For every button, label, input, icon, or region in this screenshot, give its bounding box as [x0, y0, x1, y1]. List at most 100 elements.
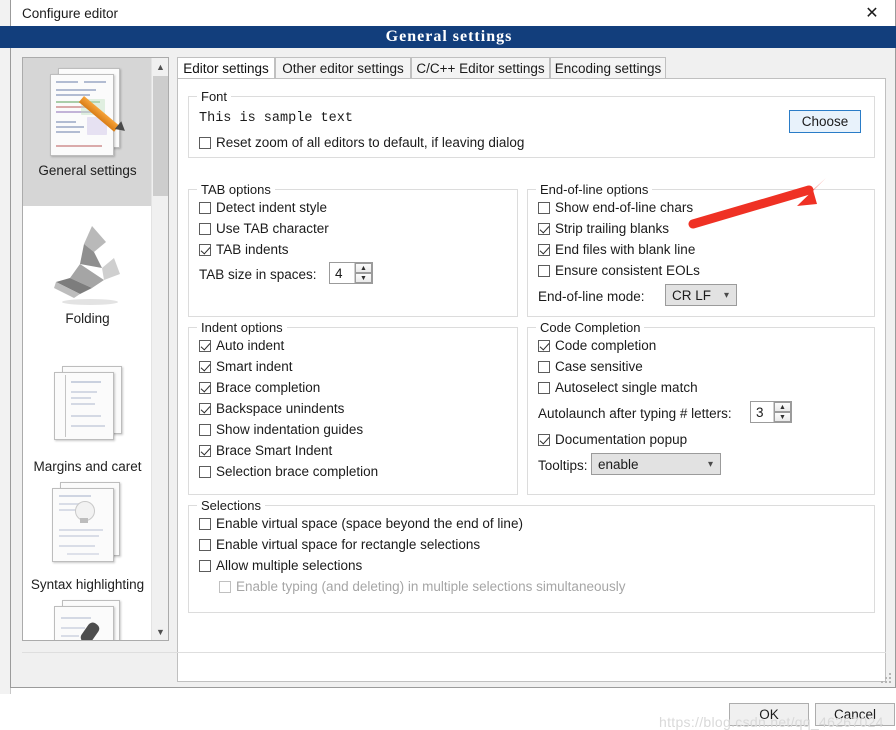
spinner-down-icon[interactable]: ▼ [355, 273, 372, 283]
dialog-title-bar: Configure editor ✕ [11, 0, 895, 27]
eol-mode-select[interactable]: CR LF ▾ [665, 284, 737, 306]
chevron-up-icon[interactable]: ▲ [152, 58, 168, 75]
autolaunch-value[interactable]: 3 [751, 402, 773, 422]
font-group-title: Font [197, 89, 232, 104]
enable-virtual-space-rectangle-checkbox[interactable]: Enable virtual space for rectangle selec… [199, 537, 480, 552]
show-indentation-guides-checkbox[interactable]: Show indentation guides [199, 422, 363, 437]
show-eol-chars-checkbox[interactable]: Show end-of-line chars [538, 200, 693, 215]
smart-indent-checkbox[interactable]: Smart indent [199, 359, 293, 374]
checkbox-box [199, 538, 211, 551]
checkbox-label: Autoselect single match [555, 380, 698, 395]
document-with-stamp-icon [40, 596, 136, 640]
spinner-up-icon[interactable]: ▲ [774, 402, 791, 412]
checkbox-box [538, 201, 550, 214]
backspace-unindents-checkbox[interactable]: Backspace unindents [199, 401, 344, 416]
spinner-down-icon[interactable]: ▼ [774, 412, 791, 422]
checkbox-box [199, 339, 211, 352]
chevron-down-icon: ▾ [707, 458, 713, 470]
documentation-popup-checkbox[interactable]: Documentation popup [538, 432, 687, 447]
checkbox-label: Use TAB character [216, 221, 329, 236]
watermark-text: https://blog.csdn.net/qq_46267024 [659, 714, 884, 730]
autolaunch-label: Autolaunch after typing # letters: [538, 406, 732, 421]
tab-options-title: TAB options [197, 182, 275, 197]
checkbox-label: Auto indent [216, 338, 285, 353]
checkbox-box [219, 580, 231, 593]
document-with-bulb-icon [40, 478, 136, 574]
tab-other-editor-settings[interactable]: Other editor settings [275, 57, 411, 79]
checkbox-label: Smart indent [216, 359, 293, 374]
checkbox-label: Show end-of-line chars [555, 200, 694, 215]
footer-divider [22, 652, 886, 653]
indent-options-title: Indent options [197, 320, 287, 335]
enable-virtual-space-checkbox[interactable]: Enable virtual space (space beyond the e… [199, 516, 523, 531]
ensure-consistent-eols-checkbox[interactable]: Ensure consistent EOLs [538, 263, 700, 278]
font-group: Font This is sample text Choose Reset zo… [188, 89, 875, 158]
settings-category-list[interactable]: General settings Folding Margins and car… [22, 57, 169, 641]
allow-multiple-selections-checkbox[interactable]: Allow multiple selections [199, 558, 362, 573]
scrollbar-thumb[interactable] [153, 76, 168, 196]
checkbox-label: Backspace unindents [216, 401, 345, 416]
eol-options-title: End-of-line options [536, 182, 653, 197]
choose-font-button[interactable]: Choose [789, 110, 861, 133]
sidebar-item-general-settings[interactable]: General settings [23, 58, 152, 206]
tab-cpp-editor-settings[interactable]: C/C++ Editor settings [411, 57, 550, 79]
reset-zoom-checkbox[interactable]: Reset zoom of all editors to default, if… [199, 135, 524, 150]
configure-editor-dialog: Configure editor ✕ General settings Gene… [1, 0, 896, 730]
checkbox-label: Selection brace completion [216, 464, 379, 479]
settings-tab-bar[interactable]: Editor settings Other editor settings C/… [177, 57, 886, 79]
tab-size-value[interactable]: 4 [330, 263, 354, 283]
checkbox-box [199, 222, 211, 235]
brace-completion-checkbox[interactable]: Brace completion [199, 380, 320, 395]
checkbox-box [199, 136, 211, 149]
sidebar-scrollbar[interactable]: ▲ ▼ [151, 58, 168, 640]
checkbox-box [538, 381, 550, 394]
autolaunch-stepper[interactable]: 3 ▲ ▼ [750, 401, 792, 423]
tooltips-select[interactable]: enable ▾ [591, 453, 721, 475]
tab-indents-checkbox[interactable]: TAB indents [199, 242, 289, 257]
sidebar-item-label: Folding [65, 311, 110, 326]
resize-grip-icon[interactable] [881, 673, 893, 685]
detect-indent-style-checkbox[interactable]: Detect indent style [199, 200, 327, 215]
checkbox-box [538, 339, 550, 352]
dialog-title: Configure editor [22, 5, 119, 21]
case-sensitive-checkbox[interactable]: Case sensitive [538, 359, 643, 374]
spinner-up-icon[interactable]: ▲ [355, 263, 372, 273]
checkbox-box [199, 465, 211, 478]
end-files-with-blank-line-checkbox[interactable]: End files with blank line [538, 242, 695, 257]
use-tab-character-checkbox[interactable]: Use TAB character [199, 221, 329, 236]
sidebar-item-abbreviations[interactable] [23, 590, 152, 640]
checkbox-label: Documentation popup [555, 432, 688, 447]
autoselect-single-match-checkbox[interactable]: Autoselect single match [538, 380, 698, 395]
sidebar-item-folding[interactable]: Folding [23, 206, 152, 354]
tab-size-label: TAB size in spaces: [199, 267, 317, 282]
code-completion-checkbox[interactable]: Code completion [538, 338, 656, 353]
selections-title: Selections [197, 498, 265, 513]
strip-trailing-blanks-checkbox[interactable]: Strip trailing blanks [538, 221, 669, 236]
checkbox-label: Enable virtual space (space beyond the e… [216, 516, 523, 531]
tab-editor-settings[interactable]: Editor settings [177, 57, 275, 79]
checkbox-label: Strip trailing blanks [555, 221, 670, 236]
close-icon[interactable]: ✕ [849, 0, 895, 26]
checkbox-box [538, 222, 550, 235]
tooltips-label: Tooltips: [538, 458, 588, 473]
brace-smart-indent-checkbox[interactable]: Brace Smart Indent [199, 443, 332, 458]
eol-options-group: End-of-line options Show end-of-line cha… [527, 182, 875, 317]
checkbox-label: Case sensitive [555, 359, 643, 374]
chevron-down-icon[interactable]: ▼ [152, 623, 168, 640]
checkbox-box [199, 243, 211, 256]
tab-size-stepper[interactable]: 4 ▲ ▼ [329, 262, 373, 284]
code-completion-group: Code Completion Code completion Case sen… [527, 320, 875, 495]
checkbox-label: Ensure consistent EOLs [555, 263, 700, 278]
checkbox-box [199, 517, 211, 530]
checkbox-label: Detect indent style [216, 200, 328, 215]
ruled-document-icon [40, 360, 136, 456]
tab-options-group: TAB options Detect indent style Use TAB … [188, 182, 518, 317]
selection-brace-completion-checkbox[interactable]: Selection brace completion [199, 464, 378, 479]
auto-indent-checkbox[interactable]: Auto indent [199, 338, 284, 353]
font-sample-text: This is sample text [199, 111, 353, 126]
checkbox-box [538, 264, 550, 277]
tab-encoding-settings[interactable]: Encoding settings [550, 57, 666, 79]
page-title-banner: General settings [1, 26, 896, 48]
enable-typing-multiple-selections-checkbox: Enable typing (and deleting) in multiple… [219, 579, 625, 594]
origami-rabbit-icon [40, 212, 136, 308]
